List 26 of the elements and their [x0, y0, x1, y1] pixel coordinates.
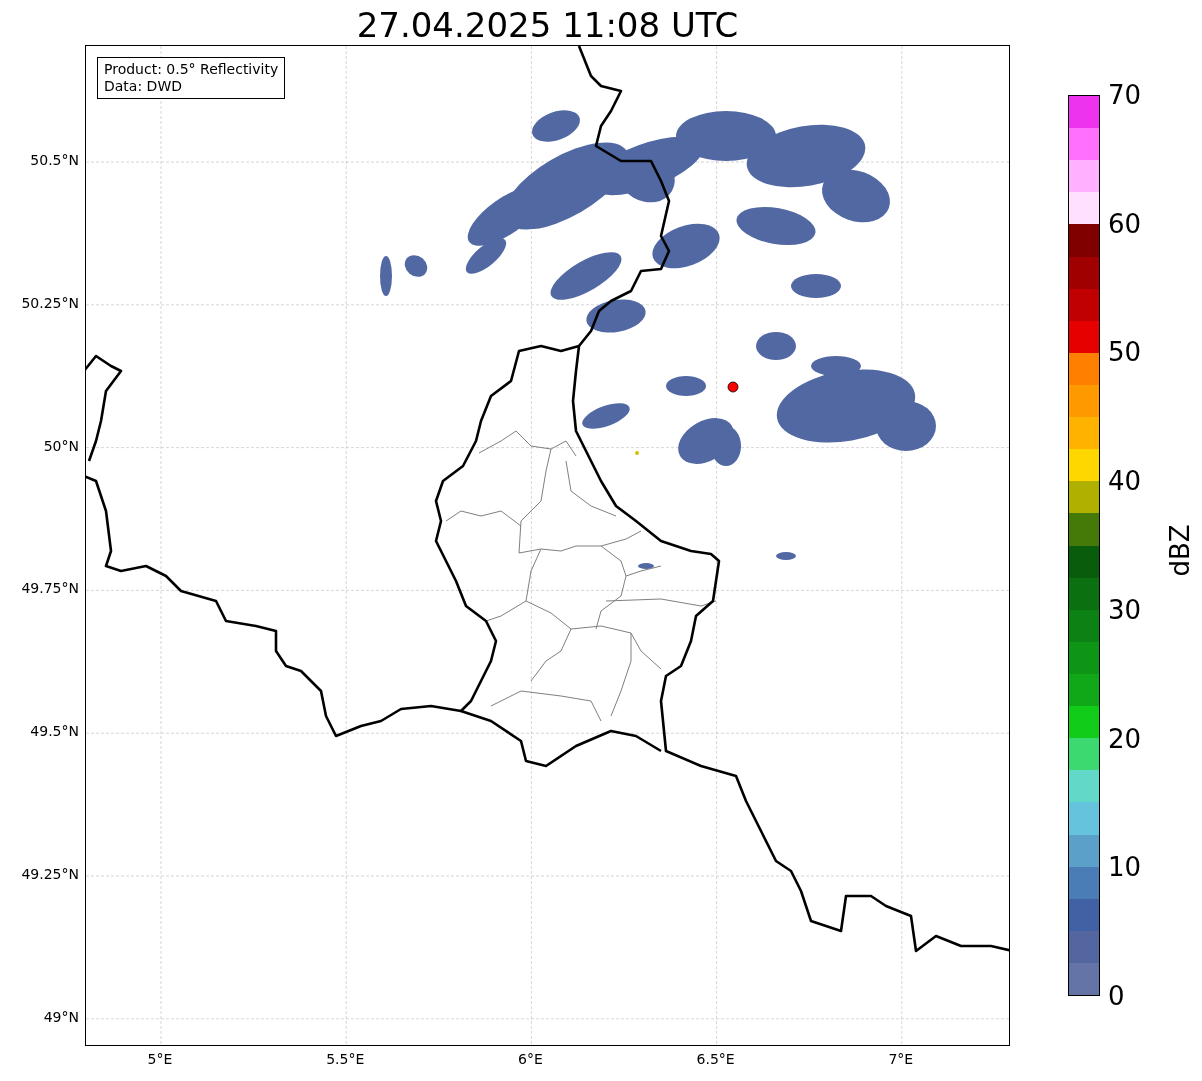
colorbar-tick-label: 60: [1108, 210, 1142, 237]
colorbar-tick-label: 30: [1108, 596, 1142, 623]
colorbar-tick-label: 0: [1108, 983, 1125, 1009]
info-text: Product: 0.5° Reflectivity: [104, 61, 279, 78]
info-text: Data: DWD: [104, 78, 183, 95]
latitude-label: 49.25°N: [21, 867, 79, 881]
colorbar-tick-label: 20: [1108, 725, 1142, 752]
chart-title: 27.04.2025 11:08 UTC: [356, 3, 739, 42]
echo-speck: [635, 451, 639, 455]
latitude-label: 50.5°N: [30, 153, 79, 167]
colorbar-tick-label: 50: [1108, 339, 1142, 366]
longitude-label: 6°E: [518, 1052, 543, 1066]
longitude-label: 5°E: [147, 1052, 173, 1066]
colorbar-tick-label: 10: [1108, 854, 1142, 881]
latitude-label: 50.25°N: [21, 295, 79, 310]
latitude-label: 49.5°N: [30, 724, 79, 739]
longitude-label: 5.5°E: [326, 1052, 365, 1066]
colorbar-tick-label: 70: [1108, 82, 1142, 108]
longitude-label: 7°E: [888, 1052, 914, 1066]
colorbar-label: dBZ: [1163, 523, 1196, 577]
colorbar-tick-label: 40: [1108, 468, 1142, 495]
latitude-label: 49.75°N: [21, 581, 79, 596]
latitude-label: 50°N: [43, 438, 79, 453]
longitude-label: 6.5°E: [696, 1052, 735, 1066]
latitude-label: 49°N: [43, 1009, 79, 1024]
radar-site-marker: [727, 381, 739, 393]
